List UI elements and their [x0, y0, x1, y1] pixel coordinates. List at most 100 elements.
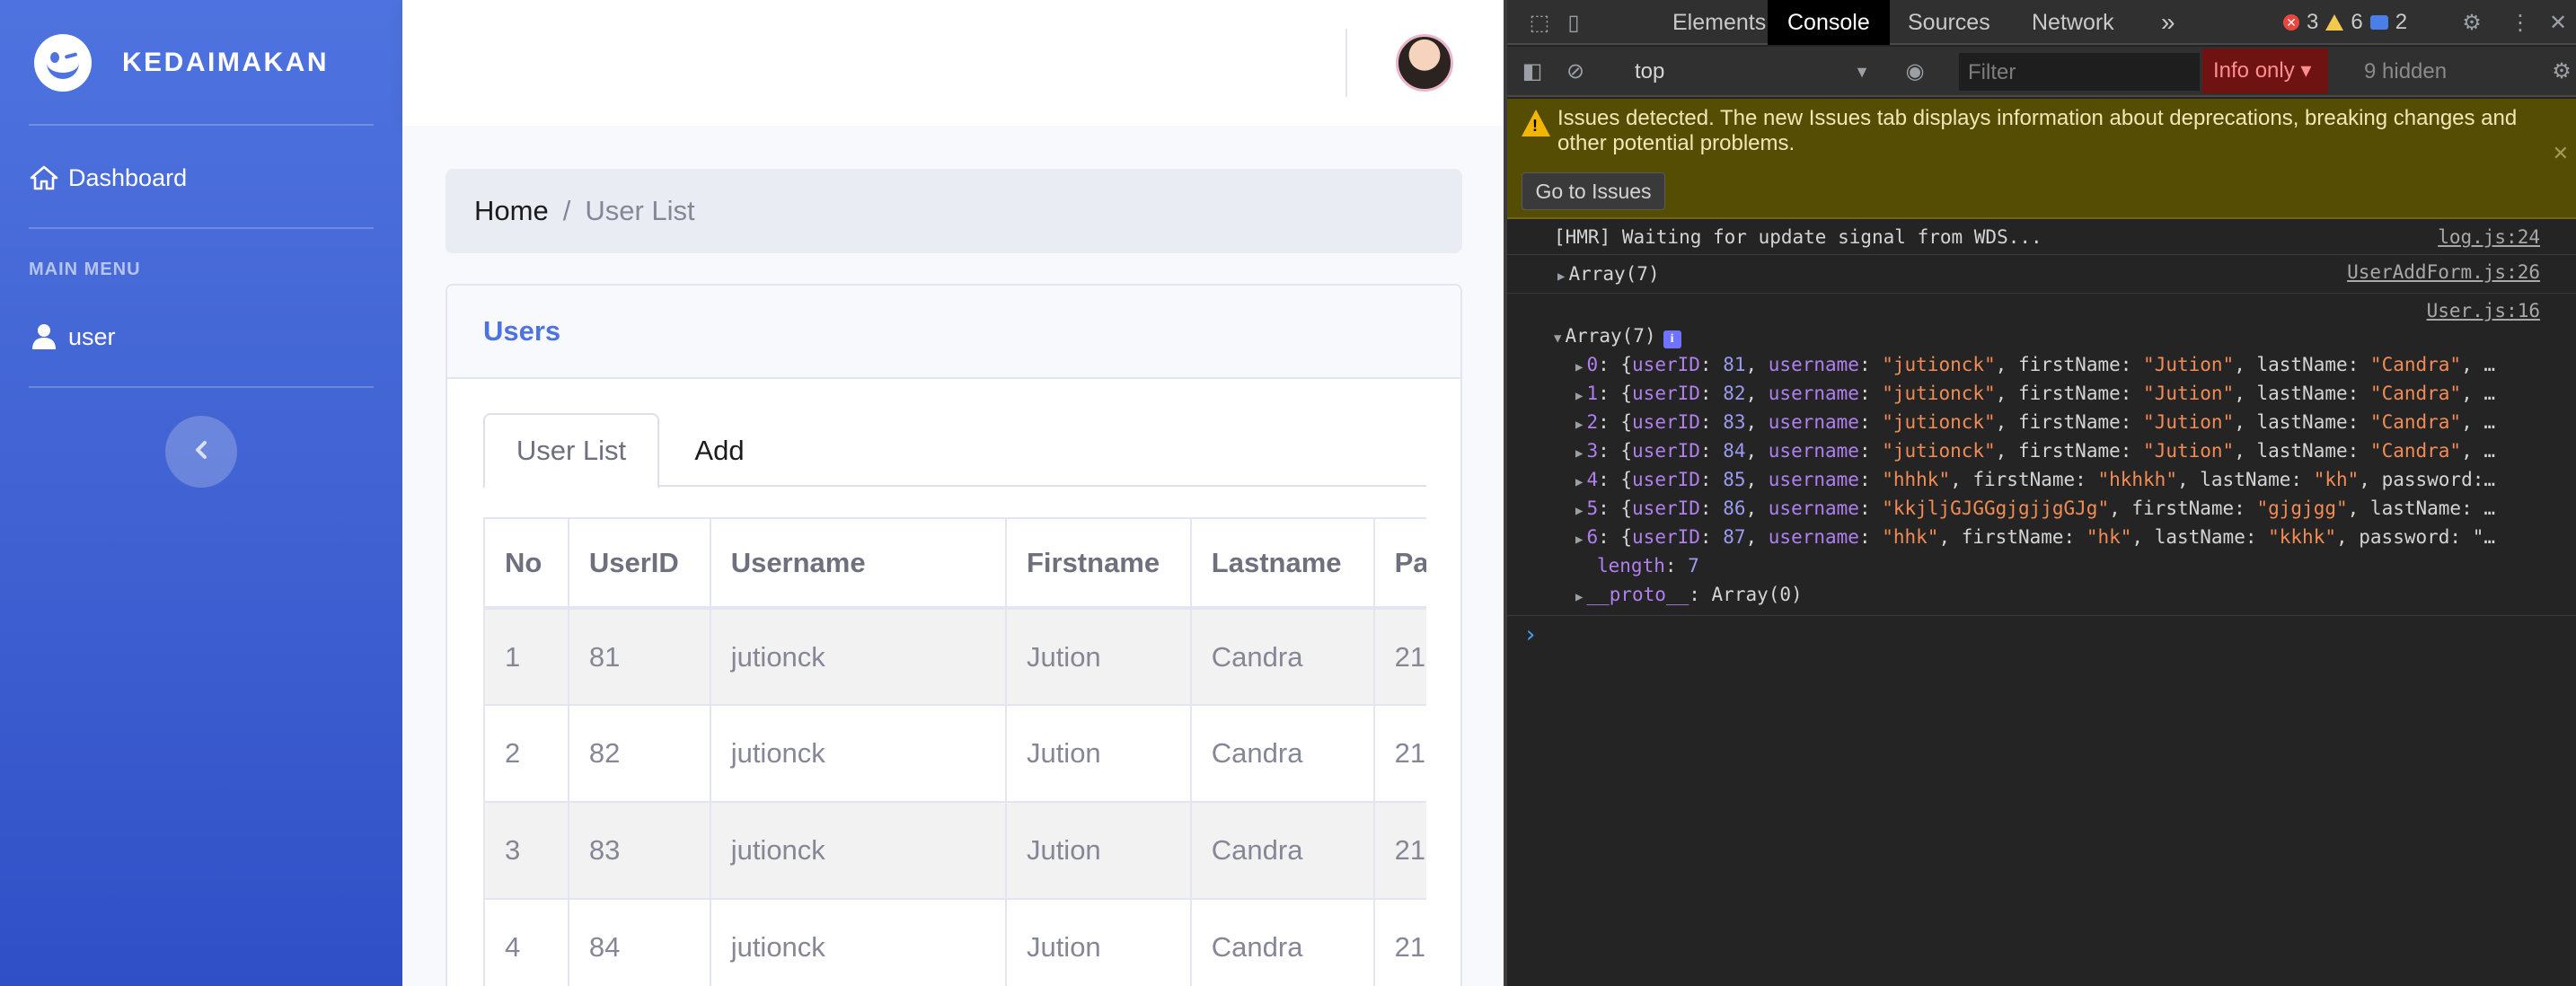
context-select[interactable]: top ▼	[1626, 54, 1877, 90]
expand-triangle-icon[interactable]: ▶	[1557, 269, 1565, 284]
console-log-line: User.js:16 ▼ Array(7) i ▶ 0: {userID: 81, u…	[1507, 295, 2576, 616]
entry-username: "jutionck"	[1882, 383, 1996, 404]
sidebar-item-dashboard[interactable]: Dashboard	[29, 163, 187, 193]
tab-console[interactable]: Console	[1768, 0, 1890, 45]
column-header-username[interactable]: Username	[709, 517, 1007, 610]
dropdown-arrow-icon: ▼	[1854, 63, 1870, 81]
tab-sources[interactable]: Sources	[1888, 0, 2010, 45]
issues-banner: ! Issues detected. The new Issues tab di…	[1507, 99, 2576, 219]
tab-add[interactable]: Add	[661, 413, 778, 489]
tab-elements[interactable]: Elements	[1653, 0, 1786, 45]
column-header-no[interactable]: No	[483, 517, 569, 610]
kebab-menu-icon[interactable]: ⋮	[2508, 11, 2533, 36]
table-cell: 82	[567, 704, 711, 803]
column-header-firstname[interactable]: Firstname	[1004, 517, 1192, 610]
clear-console-icon[interactable]: ⊘	[1563, 59, 1588, 84]
array-entry[interactable]: ▶ 5: {userID: 86, username: "kkjljGJGGgjg…	[1575, 497, 2554, 519]
issue-counts[interactable]: ✕ 3 6 2	[2283, 9, 2407, 36]
entry-index: 2	[1586, 411, 1599, 433]
array-length: length: 7	[1597, 555, 1699, 577]
array-entry[interactable]: ▶ 6: {userID: 87, username: "hhk", firstN…	[1575, 526, 2554, 548]
devtools-panel: ⬚ ▯ Elements Console Sources Network » ✕…	[1504, 0, 2576, 986]
console-log-line: [HMR] Waiting for update signal from WDS…	[1507, 221, 2576, 255]
array-proto[interactable]: ▶ __proto__: Array(0)	[1575, 584, 2554, 605]
sidebar-divider	[29, 227, 374, 229]
brand-name: KEDAIMAKAN	[122, 48, 329, 77]
filter-input[interactable]: Filter	[1958, 52, 2201, 92]
eye-icon[interactable]: ◉	[1902, 59, 1928, 84]
column-header-userid[interactable]: UserID	[567, 517, 711, 610]
close-icon[interactable]: ✕	[2545, 11, 2571, 36]
entry-username: "kkjljGJGGgjgjjgGJg"	[1882, 497, 2110, 519]
table-cell: Jution	[1004, 607, 1192, 706]
users-table-wrapper[interactable]: No UserID Username Firstname Lastname Pa…	[483, 517, 1426, 986]
table-cell: 1	[483, 607, 569, 706]
table-cell: Candra	[1189, 607, 1375, 706]
table-cell: 21	[1372, 801, 1426, 900]
expand-triangle-icon: ▶	[1575, 389, 1584, 403]
users-table: No UserID Username Firstname Lastname Pa…	[483, 517, 1426, 986]
console-log-line[interactable]: ▶ Array(7) UserAddForm.js:26	[1507, 256, 2576, 294]
entry-firstname: "Jution"	[2143, 440, 2235, 462]
close-icon[interactable]: ✕	[2553, 142, 2569, 165]
array-entry[interactable]: ▶ 1: {userID: 82, username: "jutionck", f…	[1575, 383, 2554, 404]
table-cell: Jution	[1004, 704, 1192, 803]
entry-userid: 84	[1723, 440, 1746, 462]
sidebar-heading: MAIN MENU	[29, 260, 141, 279]
entry-firstname: "Jution"	[2143, 383, 2235, 404]
inspect-element-icon[interactable]: ⬚	[1527, 11, 1552, 36]
entry-username: "hhhk"	[1882, 469, 1951, 490]
entry-userid: 87	[1723, 526, 1746, 548]
log-source-link[interactable]: log.js:24	[2438, 226, 2540, 248]
sidebar-toggle-icon[interactable]: ◧	[1520, 59, 1545, 84]
column-header-password[interactable]: Pa	[1372, 517, 1426, 610]
log-level-select[interactable]: Info only ▾	[2202, 48, 2328, 93]
entry-lastname: "Candra"	[2369, 354, 2462, 375]
user-icon	[29, 321, 59, 352]
topbar	[402, 0, 1504, 126]
card-title: Users	[483, 315, 561, 347]
entry-index: 6	[1586, 526, 1599, 548]
brand[interactable]: KEDAIMAKAN	[34, 31, 329, 95]
tab-network[interactable]: Network	[2012, 0, 2134, 45]
array-entry[interactable]: ▶ 2: {userID: 83, username: "jutionck", f…	[1575, 411, 2554, 433]
go-to-issues-button[interactable]: Go to Issues	[1522, 172, 1665, 210]
device-toolbar-icon[interactable]: ▯	[1561, 11, 1586, 36]
entry-firstname: "hkhkh"	[2097, 469, 2177, 490]
array-entry[interactable]: ▶ 3: {userID: 84, username: "jutionck", f…	[1575, 440, 2554, 462]
table-cell: jutionck	[709, 801, 1007, 900]
gear-icon[interactable]: ⚙	[2459, 11, 2484, 36]
console-toolbar: ◧ ⊘ top ▼ ◉ Filter Info only ▾ 9 hidden …	[1507, 47, 2576, 97]
entry-userid: 86	[1723, 497, 1746, 519]
array-header[interactable]: ▼ Array(7) i	[1554, 325, 1681, 348]
tab-user-list[interactable]: User List	[483, 413, 659, 489]
log-source-link[interactable]: UserAddForm.js:26	[2347, 261, 2540, 283]
console-settings-gear-icon[interactable]: ⚙	[2549, 59, 2574, 84]
entry-userid: 83	[1723, 411, 1746, 433]
entry-firstname: "Jution"	[2143, 411, 2235, 433]
expand-triangle-icon: ▶	[1575, 504, 1584, 518]
breadcrumb: Home / User List	[446, 169, 1462, 253]
array-entry[interactable]: ▶ 0: {userID: 81, username: "jutionck", f…	[1575, 354, 2554, 375]
table-cell: Candra	[1189, 801, 1375, 900]
entry-index: 0	[1586, 354, 1599, 375]
entry-index: 3	[1586, 440, 1599, 462]
entry-index: 1	[1586, 383, 1599, 404]
sidebar: KEDAIMAKAN Dashboard MAIN MENU user	[0, 0, 402, 986]
breadcrumb-current: User List	[585, 195, 695, 226]
table-cell: 4	[483, 898, 569, 986]
column-header-lastname[interactable]: Lastname	[1189, 517, 1375, 610]
sidebar-divider	[29, 124, 374, 126]
avatar[interactable]	[1396, 34, 1453, 92]
table-cell: Candra	[1189, 704, 1375, 803]
array-entry[interactable]: ▶ 4: {userID: 85, username: "hhhk", first…	[1575, 469, 2554, 490]
log-source-link[interactable]: User.js:16	[2427, 300, 2540, 321]
sidebar-toggle-button[interactable]	[165, 416, 237, 488]
table-cell: 3	[483, 801, 569, 900]
entry-firstname: "gjgjgg"	[2256, 497, 2348, 519]
more-tabs-icon[interactable]: »	[2141, 0, 2195, 45]
sidebar-item-user[interactable]: user	[29, 321, 116, 352]
info-count: 2	[2395, 10, 2408, 34]
console-prompt[interactable]: ›	[1523, 621, 1538, 648]
breadcrumb-home[interactable]: Home	[474, 195, 549, 227]
